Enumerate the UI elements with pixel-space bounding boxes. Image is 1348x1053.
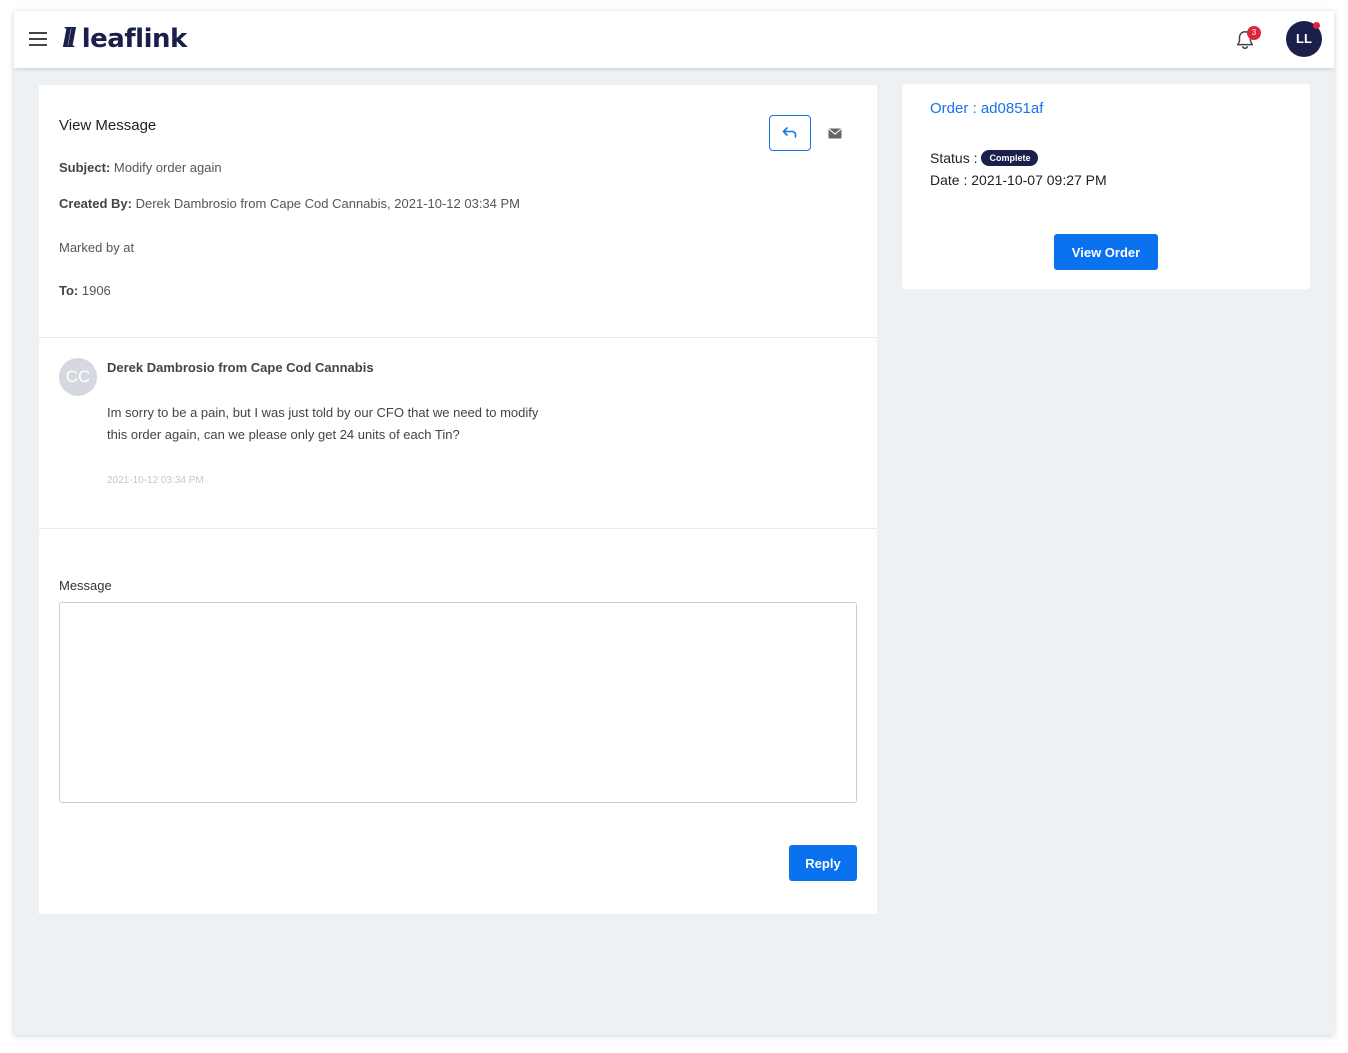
order-link[interactable]: Order : ad0851af [930, 100, 1043, 117]
envelope-icon [828, 128, 842, 138]
to-value: 1906 [78, 283, 111, 298]
created-by-label: Created By: [59, 196, 132, 211]
leaflink-logo[interactable]: ll leaflink [62, 21, 187, 57]
order-status-row: Status : Complete [930, 150, 1039, 166]
order-date: Date : 2021-10-07 09:27 PM [930, 172, 1107, 188]
order-summary-card: Order : ad0851af Status : Complete Date … [902, 84, 1310, 289]
mark-unread-button[interactable] [825, 123, 845, 143]
message-card: View Message Subject: Modify order again… [39, 85, 877, 914]
to-label: To: [59, 283, 79, 298]
marked-by-line: Marked by at [59, 240, 135, 255]
logo-mark: ll [62, 24, 77, 54]
notification-badge: 3 [1247, 26, 1261, 40]
reply-icon [782, 127, 797, 138]
message-thread: CC Derek Dambrosio from Cape Cod Cannabi… [39, 338, 877, 529]
send-reply-button[interactable]: Reply [789, 845, 857, 881]
view-order-button[interactable]: View Order [1054, 234, 1158, 270]
status-label: Status : [930, 150, 978, 166]
subject-value: Modify order again [110, 160, 222, 175]
subject-label: Subject: [59, 160, 111, 175]
sender-name: Derek Dambrosio from Cape Cod Cannabis [107, 360, 374, 375]
subject-line: Subject: Modify order again [59, 160, 222, 175]
message-timestamp: 2021-10-12 03:34 PM [107, 475, 204, 486]
menu-icon[interactable] [29, 32, 47, 46]
message-body: Im sorry to be a pain, but I was just to… [107, 405, 539, 442]
message-details: View Message Subject: Modify order again… [39, 85, 877, 338]
created-by-value: Derek Dambrosio from Cape Cod Cannabis, … [131, 196, 521, 211]
logo-text: leaflink [81, 24, 188, 54]
reply-button[interactable] [769, 115, 811, 151]
message-input[interactable] [59, 602, 857, 803]
sender-avatar: CC [59, 358, 97, 396]
to-line: To: 1906 [59, 283, 111, 298]
status-badge: Complete [981, 150, 1039, 166]
created-by-line: Created By: Derek Dambrosio from Cape Co… [59, 196, 520, 211]
top-navbar: ll leaflink 3 LL [14, 11, 1334, 68]
page-title: View Message [59, 117, 157, 134]
app-window: ll leaflink 3 LL View Message Subject: M… [14, 11, 1334, 1035]
online-indicator [1313, 22, 1320, 29]
message-field-label: Message [59, 578, 112, 593]
